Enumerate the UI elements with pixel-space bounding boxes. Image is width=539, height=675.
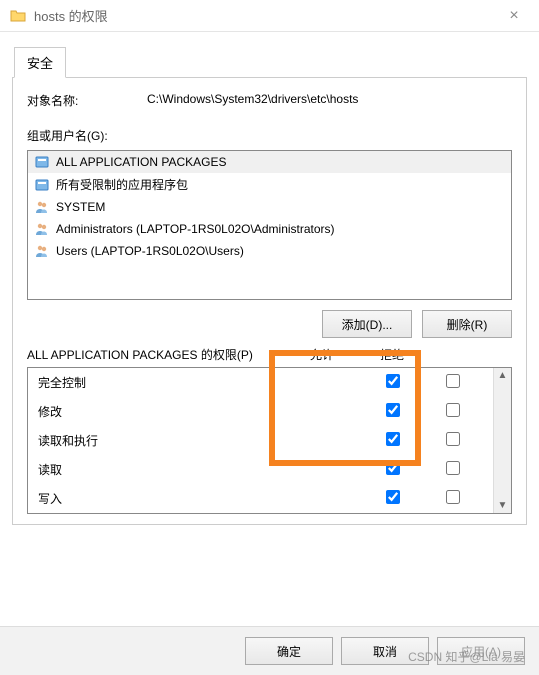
users-icon bbox=[34, 199, 50, 215]
permission-name: 读取 bbox=[38, 461, 363, 478]
remove-button[interactable]: 删除(R) bbox=[422, 310, 512, 338]
allow-checkbox[interactable] bbox=[386, 432, 400, 446]
permission-row: 写入 bbox=[28, 484, 493, 513]
permissions-title: ALL APPLICATION PACKAGES 的权限(P) bbox=[27, 346, 287, 363]
list-item-label: ALL APPLICATION PACKAGES bbox=[56, 155, 227, 169]
user-buttons-row: 添加(D)... 删除(R) bbox=[27, 310, 512, 338]
deny-checkbox[interactable] bbox=[446, 461, 460, 475]
cancel-button[interactable]: 取消 bbox=[341, 637, 429, 665]
folder-icon bbox=[10, 8, 26, 24]
permission-row: 修改 bbox=[28, 397, 493, 426]
permission-row: 读取 bbox=[28, 455, 493, 484]
object-row: 对象名称: C:\Windows\System32\drivers\etc\ho… bbox=[27, 92, 512, 109]
scroll-up-icon[interactable]: ▲ bbox=[498, 370, 508, 381]
close-icon[interactable]: × bbox=[499, 7, 529, 25]
tabstrip: 安全 bbox=[14, 46, 539, 77]
apply-button[interactable]: 应用(A) bbox=[437, 637, 525, 665]
permissions-header: ALL APPLICATION PACKAGES 的权限(P) 允许 拒绝 bbox=[27, 346, 512, 363]
users-icon bbox=[34, 243, 50, 259]
deny-checkbox[interactable] bbox=[446, 490, 460, 504]
titlebar: hosts 的权限 × bbox=[0, 0, 539, 32]
allow-checkbox[interactable] bbox=[386, 374, 400, 388]
deny-checkbox[interactable] bbox=[446, 403, 460, 417]
deny-checkbox[interactable] bbox=[446, 374, 460, 388]
col-allow: 允许 bbox=[287, 346, 357, 363]
scroll-down-icon[interactable]: ▼ bbox=[498, 500, 508, 511]
groupbox-label: 组或用户名(G): bbox=[27, 127, 512, 144]
list-item-label: Administrators (LAPTOP-1RS0L02O\Administ… bbox=[56, 222, 335, 236]
scrollbar[interactable]: ▲ ▼ bbox=[493, 368, 511, 513]
list-item-label: Users (LAPTOP-1RS0L02O\Users) bbox=[56, 244, 244, 258]
permission-name: 写入 bbox=[38, 490, 363, 507]
permission-name: 完全控制 bbox=[38, 374, 363, 391]
users-icon bbox=[34, 221, 50, 237]
list-item-label: 所有受限制的应用程序包 bbox=[56, 176, 188, 193]
allow-checkbox[interactable] bbox=[386, 490, 400, 504]
list-item[interactable]: Administrators (LAPTOP-1RS0L02O\Administ… bbox=[28, 218, 511, 240]
list-item[interactable]: Users (LAPTOP-1RS0L02O\Users) bbox=[28, 240, 511, 262]
permission-row: 完全控制 bbox=[28, 368, 493, 397]
list-item-label: SYSTEM bbox=[56, 200, 105, 214]
object-path: C:\Windows\System32\drivers\etc\hosts bbox=[147, 92, 512, 109]
list-item[interactable]: 所有受限制的应用程序包 bbox=[28, 173, 511, 196]
allow-checkbox[interactable] bbox=[386, 461, 400, 475]
list-item[interactable]: ALL APPLICATION PACKAGES bbox=[28, 151, 511, 173]
permission-row: 读取和执行 bbox=[28, 426, 493, 455]
security-panel: 对象名称: C:\Windows\System32\drivers\etc\ho… bbox=[12, 77, 527, 525]
users-listbox[interactable]: ALL APPLICATION PACKAGES 所有受限制的应用程序包 SYSTE… bbox=[27, 150, 512, 300]
object-label: 对象名称: bbox=[27, 92, 147, 109]
package-icon bbox=[34, 177, 50, 193]
allow-checkbox[interactable] bbox=[386, 403, 400, 417]
tab-security[interactable]: 安全 bbox=[14, 47, 66, 78]
permission-name: 读取和执行 bbox=[38, 432, 363, 449]
package-icon bbox=[34, 154, 50, 170]
permissions-table: 完全控制修改读取和执行读取写入 ▲ ▼ bbox=[27, 367, 512, 514]
col-deny: 拒绝 bbox=[357, 346, 427, 363]
window-title: hosts 的权限 bbox=[34, 6, 108, 25]
dialog-footer: 确定 取消 应用(A) bbox=[0, 626, 539, 675]
ok-button[interactable]: 确定 bbox=[245, 637, 333, 665]
permission-name: 修改 bbox=[38, 403, 363, 420]
deny-checkbox[interactable] bbox=[446, 432, 460, 446]
list-item[interactable]: SYSTEM bbox=[28, 196, 511, 218]
add-button[interactable]: 添加(D)... bbox=[322, 310, 412, 338]
